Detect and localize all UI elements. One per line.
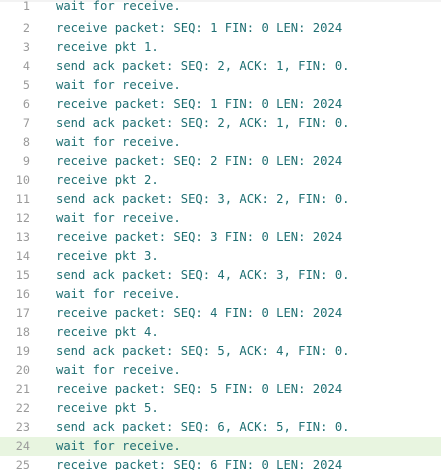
- line-number: 16: [15, 287, 30, 301]
- line-text[interactable]: receive packet: SEQ: 5 FIN: 0 LEN: 2024: [56, 380, 342, 399]
- line-number: 14: [15, 249, 30, 263]
- line-text[interactable]: wait for receive.: [56, 361, 181, 380]
- line-text[interactable]: send ack packet: SEQ: 2, ACK: 1, FIN: 0.: [56, 57, 350, 76]
- line-number: 17: [15, 306, 30, 320]
- line-text[interactable]: receive pkt 2.: [56, 171, 159, 190]
- line-number: 24: [15, 439, 30, 453]
- line-number: 5: [22, 78, 30, 92]
- code-line[interactable]: 8 wait for receive.: [0, 133, 441, 152]
- code-line[interactable]: 23 send ack packet: SEQ: 6, ACK: 5, FIN: …: [0, 418, 441, 437]
- line-number: 11: [15, 192, 30, 206]
- code-line[interactable]: 15 send ack packet: SEQ: 4, ACK: 3, FIN: …: [0, 266, 441, 285]
- line-text[interactable]: wait for receive.: [56, 76, 181, 95]
- line-text[interactable]: wait for receive.: [56, 437, 181, 456]
- code-line[interactable]: 2 receive packet: SEQ: 1 FIN: 0 LEN: 2024: [0, 19, 441, 38]
- line-text[interactable]: send ack packet: SEQ: 2, ACK: 1, FIN: 0.: [56, 114, 350, 133]
- code-line[interactable]: 17 receive packet: SEQ: 4 FIN: 0 LEN: 202…: [0, 304, 441, 323]
- line-number: 8: [22, 135, 30, 149]
- line-number: 21: [15, 382, 30, 396]
- code-lines[interactable]: 1 wait for receive. 2 receive packet: SEQ: …: [0, 0, 441, 470]
- line-number: 20: [15, 363, 30, 377]
- line-number: 9: [22, 154, 30, 168]
- line-number: 18: [15, 325, 30, 339]
- line-text[interactable]: wait for receive.: [56, 0, 181, 16]
- line-text[interactable]: send ack packet: SEQ: 5, ACK: 4, FIN: 0.: [56, 342, 350, 361]
- code-line[interactable]: 20 wait for receive.: [0, 361, 441, 380]
- code-line[interactable]: 16 wait for receive.: [0, 285, 441, 304]
- line-text[interactable]: receive packet: SEQ: 3 FIN: 0 LEN: 2024: [56, 228, 342, 247]
- code-line[interactable]: 4 send ack packet: SEQ: 2, ACK: 1, FIN: 0…: [0, 57, 441, 76]
- line-text[interactable]: receive pkt 4.: [56, 323, 159, 342]
- code-line[interactable]: 1 wait for receive.: [0, 0, 441, 19]
- code-line[interactable]: 5 wait for receive.: [0, 76, 441, 95]
- code-line[interactable]: 11 send ack packet: SEQ: 3, ACK: 2, FIN: …: [0, 190, 441, 209]
- line-text[interactable]: receive pkt 5.: [56, 399, 159, 418]
- line-number: 15: [15, 268, 30, 282]
- code-line[interactable]: 14 receive pkt 3.: [0, 247, 441, 266]
- code-line[interactable]: 7 send ack packet: SEQ: 2, ACK: 1, FIN: 0…: [0, 114, 441, 133]
- line-text[interactable]: receive packet: SEQ: 6 FIN: 0 LEN: 2024: [56, 456, 342, 470]
- code-line[interactable]: 13 receive packet: SEQ: 3 FIN: 0 LEN: 202…: [0, 228, 441, 247]
- line-text[interactable]: send ack packet: SEQ: 6, ACK: 5, FIN: 0.: [56, 418, 350, 437]
- code-line[interactable]: 24 wait for receive.: [0, 437, 441, 456]
- code-line[interactable]: 18 receive pkt 4.: [0, 323, 441, 342]
- line-text[interactable]: receive packet: SEQ: 4 FIN: 0 LEN: 2024: [56, 304, 342, 323]
- code-line[interactable]: 3 receive pkt 1.: [0, 38, 441, 57]
- line-number: 12: [15, 211, 30, 225]
- line-number: 7: [22, 116, 30, 130]
- line-text[interactable]: wait for receive.: [56, 133, 181, 152]
- line-text[interactable]: receive packet: SEQ: 1 FIN: 0 LEN: 2024: [56, 19, 342, 38]
- code-line[interactable]: 10 receive pkt 2.: [0, 171, 441, 190]
- code-editor[interactable]: 1 wait for receive. 2 receive packet: SEQ: …: [0, 0, 441, 470]
- line-text[interactable]: send ack packet: SEQ: 3, ACK: 2, FIN: 0.: [56, 190, 350, 209]
- code-line[interactable]: 21 receive packet: SEQ: 5 FIN: 0 LEN: 202…: [0, 380, 441, 399]
- line-number: 10: [15, 173, 30, 187]
- line-number: 4: [22, 59, 30, 73]
- line-text[interactable]: wait for receive.: [56, 209, 181, 228]
- code-line[interactable]: 9 receive packet: SEQ: 2 FIN: 0 LEN: 2024: [0, 152, 441, 171]
- code-line[interactable]: 25 receive packet: SEQ: 6 FIN: 0 LEN: 202…: [0, 456, 441, 470]
- line-number: 13: [15, 230, 30, 244]
- code-line[interactable]: 6 receive packet: SEQ: 1 FIN: 0 LEN: 2024: [0, 95, 441, 114]
- code-line[interactable]: 22 receive pkt 5.: [0, 399, 441, 418]
- line-text[interactable]: receive pkt 1.: [56, 38, 159, 57]
- line-number: 2: [22, 21, 30, 35]
- line-text[interactable]: receive pkt 3.: [56, 247, 159, 266]
- line-text[interactable]: send ack packet: SEQ: 4, ACK: 3, FIN: 0.: [56, 266, 350, 285]
- line-number: 6: [22, 97, 30, 111]
- line-number: 25: [15, 458, 30, 470]
- line-number: 3: [22, 40, 30, 54]
- line-number: 19: [15, 344, 30, 358]
- line-number: 22: [15, 401, 30, 415]
- line-text[interactable]: receive packet: SEQ: 2 FIN: 0 LEN: 2024: [56, 152, 342, 171]
- line-number: 1: [22, 0, 30, 13]
- line-text[interactable]: receive packet: SEQ: 1 FIN: 0 LEN: 2024: [56, 95, 342, 114]
- line-text[interactable]: wait for receive.: [56, 285, 181, 304]
- code-line[interactable]: 19 send ack packet: SEQ: 5, ACK: 4, FIN: …: [0, 342, 441, 361]
- code-line[interactable]: 12 wait for receive.: [0, 209, 441, 228]
- line-number: 23: [15, 420, 30, 434]
